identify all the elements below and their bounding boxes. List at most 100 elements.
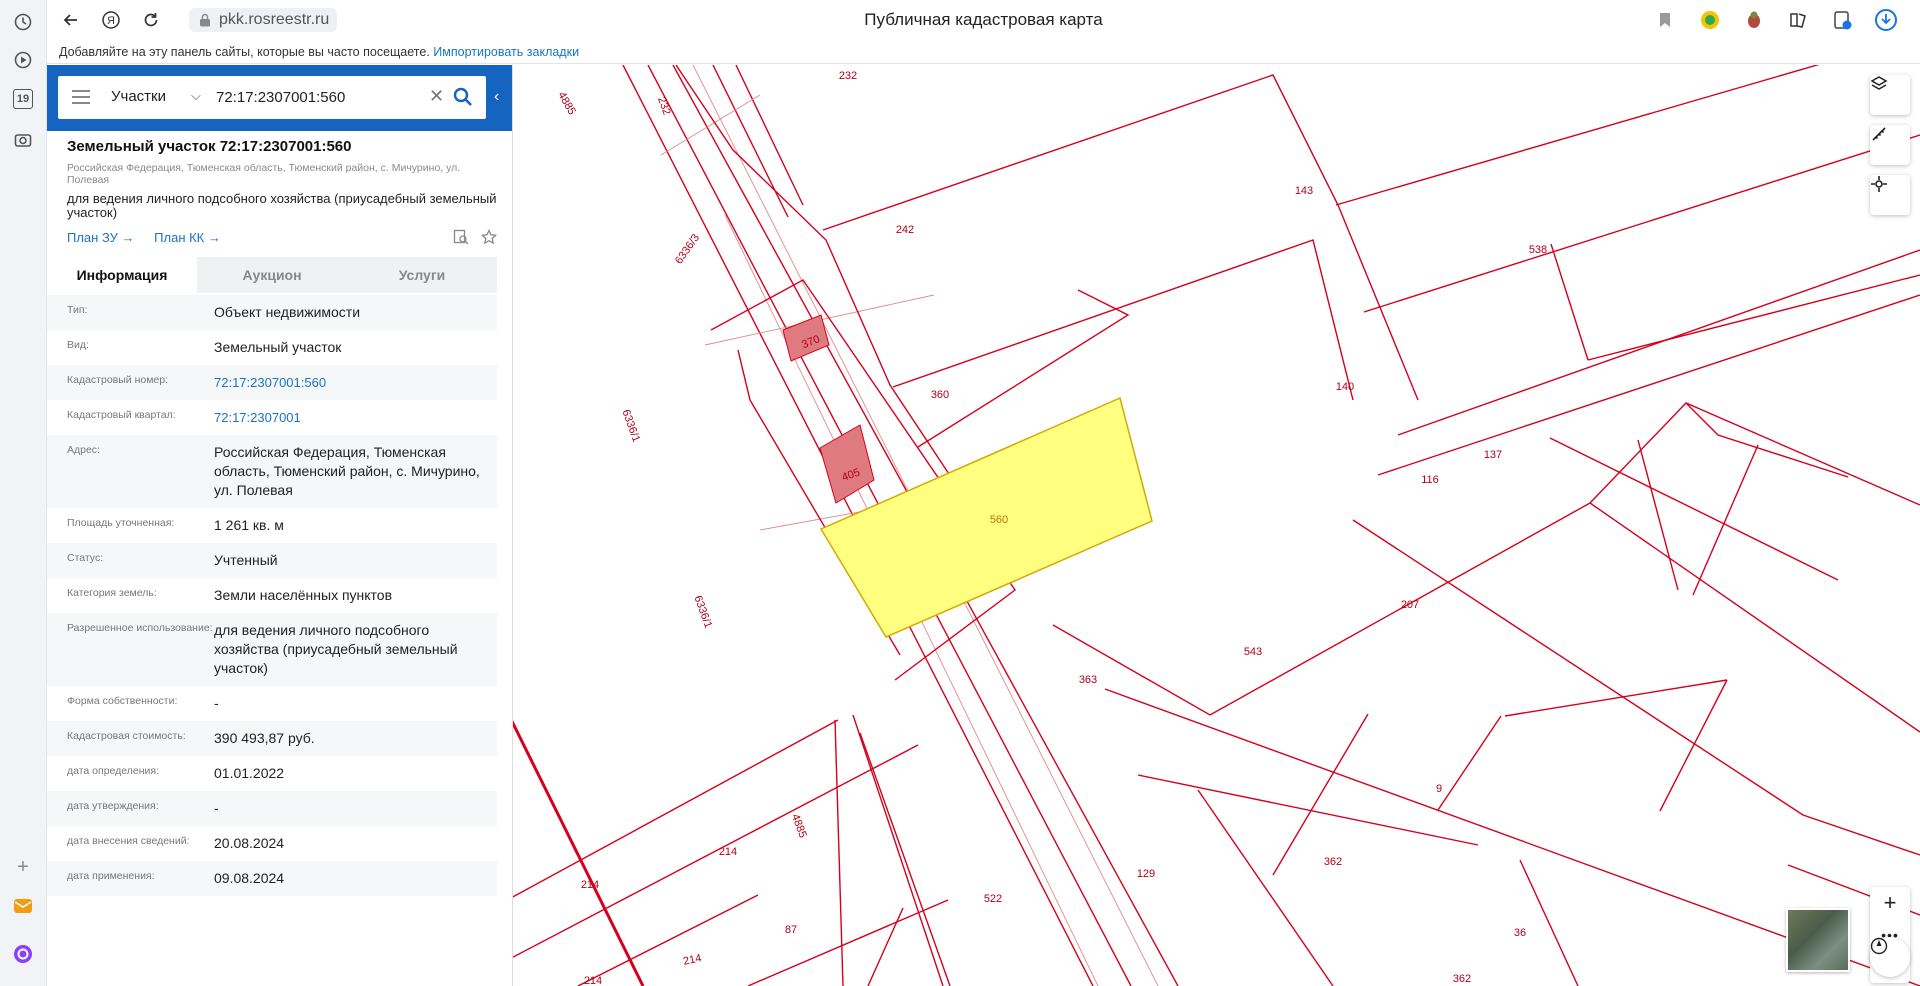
search-icon[interactable]: [452, 86, 474, 108]
attribute-row: Разрешенное использование: для ведения ли…: [47, 613, 497, 686]
crosshair-icon: [1871, 176, 1887, 192]
locate-button[interactable]: [1870, 175, 1910, 215]
extension-green-icon[interactable]: [1698, 8, 1722, 32]
mail-icon[interactable]: [13, 896, 33, 916]
attribute-row: Адрес: Российская Федерация, Тюменская об…: [47, 435, 497, 508]
attribute-label: Категория земель:: [67, 587, 157, 599]
attribute-value: 20.08.2024: [214, 835, 285, 851]
collections-icon[interactable]: [1786, 8, 1810, 32]
attribute-row: дата внесения сведений: 20.08.2024: [47, 826, 497, 861]
minimap-satellite[interactable]: [1786, 908, 1850, 972]
attribute-label: дата применения:: [67, 870, 155, 882]
layers-icon: [1870, 76, 1888, 90]
info-tabs: Информация Аукцион Услуги: [47, 257, 497, 293]
parcel-label: 87: [785, 924, 797, 936]
bookmark-icon[interactable]: [1653, 8, 1677, 32]
parcel-label: 137: [1484, 449, 1502, 461]
parcel-label: 560: [990, 514, 1008, 526]
url-text: pkk.rosreestr.ru: [219, 11, 330, 28]
parcel-label: 129: [1137, 868, 1155, 880]
collapse-panel-icon[interactable]: ‹: [494, 88, 499, 106]
svg-text:Я: Я: [107, 15, 115, 27]
parcel-label: 363: [1079, 674, 1097, 686]
extension-bug-icon[interactable]: [1742, 8, 1766, 32]
plan-kk-link[interactable]: План КК →: [154, 230, 221, 245]
back-arrow-icon[interactable]: [59, 8, 83, 32]
attribute-label: Разрешенное использование:: [67, 622, 213, 634]
find-on-map-icon[interactable]: [453, 229, 469, 245]
attribute-value: Учтенный: [214, 552, 278, 568]
search-input[interactable]: 72:17:2307001:560: [216, 89, 345, 106]
zoom-in-button[interactable]: +: [1870, 887, 1910, 919]
plan-zu-link[interactable]: План ЗУ →: [67, 230, 135, 245]
attribute-value: 09.08.2024: [214, 870, 285, 886]
attribute-row: дата утверждения: -: [47, 791, 497, 826]
measure-button[interactable]: [1870, 125, 1910, 165]
attribute-row: дата определения: 01.01.2022: [47, 756, 497, 791]
compass-icon: [1870, 937, 1888, 955]
downloads-icon[interactable]: [1874, 8, 1898, 32]
attribute-label: Адрес:: [67, 444, 100, 456]
cadastral-map[interactable]: 232 232 4885 6336/3 242 143 538 370 360 …: [498, 65, 1920, 986]
parcel-label: 360: [931, 389, 949, 401]
clear-icon[interactable]: ✕: [429, 86, 444, 107]
extension-shield-icon[interactable]: [1830, 8, 1854, 32]
import-bookmarks-link[interactable]: Импортировать закладки: [433, 45, 579, 59]
compass-button[interactable]: [1870, 937, 1910, 977]
ruler-icon: [1872, 127, 1886, 141]
attribute-row: Кадастровый квартал: 72:17:2307001: [47, 400, 497, 435]
parcel-label: 522: [984, 893, 1002, 905]
parcel-label: 538: [1529, 244, 1547, 256]
layers-button[interactable]: [1870, 75, 1910, 115]
parcel-label: 207: [1401, 599, 1419, 611]
attribute-label: Статус:: [67, 552, 104, 564]
attributes-list: Тип: Объект недвижимости Вид: Земельный уча…: [47, 295, 497, 896]
menu-icon[interactable]: [72, 90, 90, 104]
attribute-link[interactable]: 72:17:2307001:560: [214, 373, 484, 392]
parcel-label: 116: [1421, 474, 1439, 486]
attribute-label: Кадастровая стоимость:: [67, 730, 186, 742]
attribute-row: дата применения: 09.08.2024: [47, 861, 497, 896]
chevron-down-icon[interactable]: ⌵: [191, 88, 201, 104]
attribute-label: дата утверждения:: [67, 800, 159, 812]
yandex-logo-icon[interactable]: Я: [99, 8, 123, 32]
attribute-row: Статус: Учтенный: [47, 543, 497, 578]
play-icon[interactable]: [13, 50, 33, 70]
parcel-label: 242: [896, 224, 914, 236]
lock-icon[interactable]: [199, 13, 211, 27]
object-use: для ведения личного подсобного хозяйства…: [67, 191, 497, 220]
tab-auction[interactable]: Аукцион: [197, 257, 347, 293]
screenshot-icon[interactable]: [13, 130, 33, 150]
attribute-value: Земли населённых пунктов: [214, 587, 393, 603]
calendar-icon[interactable]: 19: [13, 89, 33, 109]
attribute-link[interactable]: 72:17:2307001: [214, 408, 484, 427]
tab-services[interactable]: Услуги: [347, 257, 497, 293]
parcel-label: 36: [1514, 927, 1526, 939]
parcel-label: 543: [1244, 646, 1262, 658]
browser-sidebar: 19 +: [0, 0, 47, 986]
map-canvas[interactable]: 232 232 4885 6336/3 242 143 538 370 360 …: [498, 65, 1920, 986]
object-type-select[interactable]: Участки: [111, 88, 166, 105]
attribute-label: дата определения:: [67, 765, 160, 777]
alice-assistant-icon[interactable]: [13, 944, 33, 964]
tab-information[interactable]: Информация: [47, 257, 197, 293]
address-bar[interactable]: pkk.rosreestr.ru: [189, 8, 338, 32]
attribute-value: 390 493,87 руб.: [214, 730, 315, 746]
parcel-label: 4885: [789, 812, 809, 839]
parcel-label: 214: [719, 846, 737, 858]
object-title: Земельный участок 72:17:2307001:560: [67, 138, 352, 155]
object-links: План ЗУ → План КК →: [67, 230, 497, 245]
star-icon[interactable]: [481, 229, 497, 245]
add-icon[interactable]: +: [13, 856, 33, 878]
parcel-label: 214: [581, 879, 599, 891]
parcel-label: 214: [682, 952, 702, 968]
attribute-row: Вид: Земельный участок: [47, 330, 497, 365]
parcel-label: 362: [1453, 973, 1471, 985]
attribute-row: Тип: Объект недвижимости: [47, 295, 497, 330]
attribute-label: Вид:: [67, 339, 89, 351]
attribute-label: Кадастровый номер:: [67, 374, 169, 386]
history-icon[interactable]: [13, 12, 33, 32]
attribute-value: -: [214, 800, 219, 816]
reload-icon[interactable]: [139, 8, 163, 32]
parcel-label: 140: [1336, 381, 1354, 393]
